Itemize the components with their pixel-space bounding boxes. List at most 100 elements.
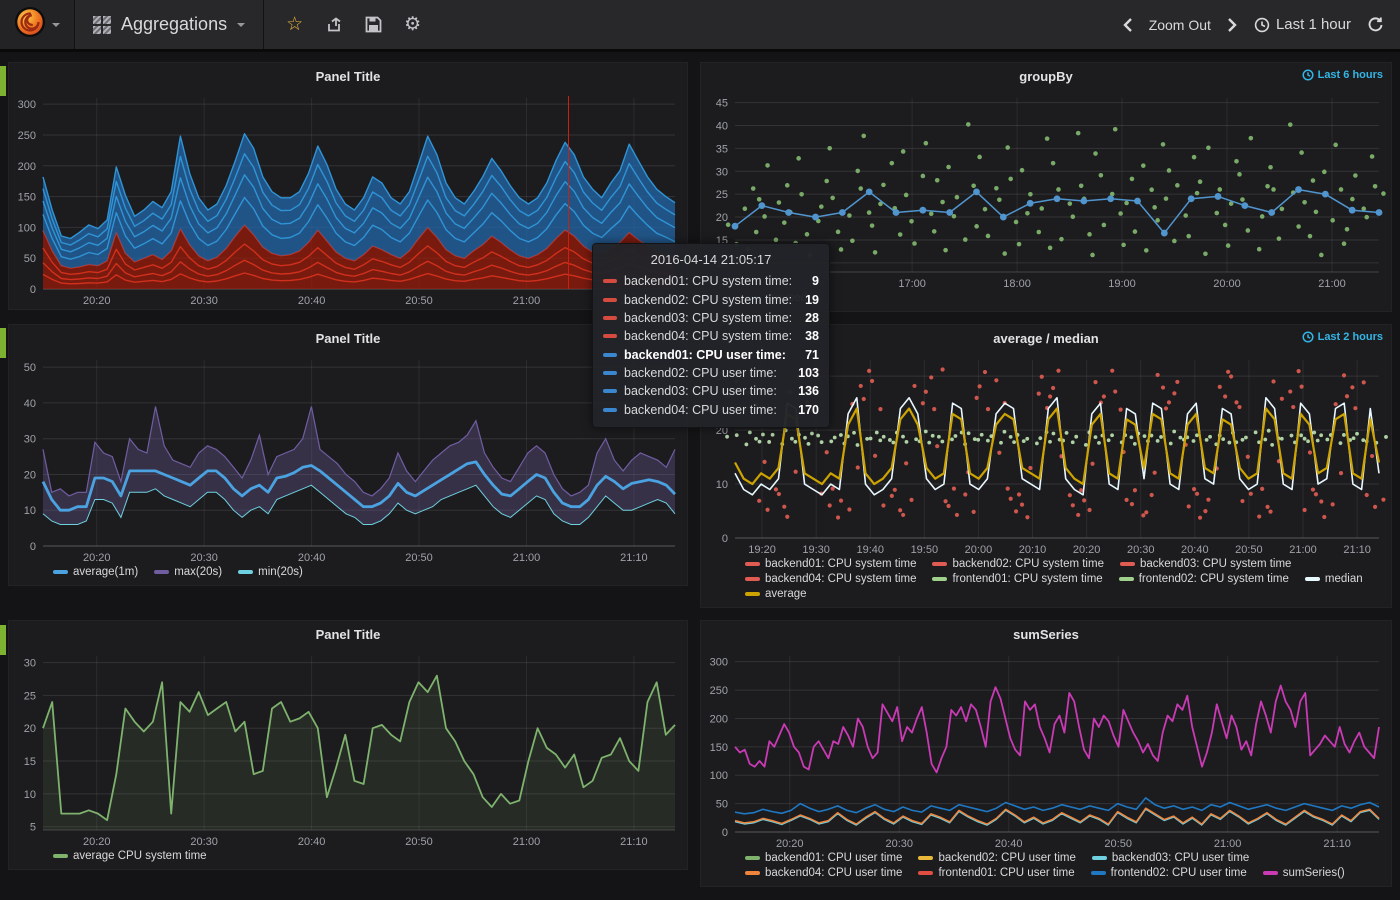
dashboard-picker[interactable]: Aggregations <box>75 0 264 49</box>
chart-canvas[interactable]: 5101520253020:2020:3020:4020:5021:0021:1… <box>9 648 687 850</box>
legend-series-dash-icon <box>154 570 169 574</box>
legend-item[interactable]: backend04: CPU user time <box>745 867 902 879</box>
legend-item[interactable]: min(20s) <box>238 566 303 578</box>
svg-text:200: 200 <box>710 713 728 725</box>
legend-series-dash-icon <box>53 570 68 574</box>
svg-text:40: 40 <box>716 120 728 132</box>
svg-text:20:50: 20:50 <box>405 836 433 848</box>
panel-title[interactable]: Panel Title <box>316 331 381 346</box>
legend-item[interactable]: sumSeries() <box>1263 867 1345 879</box>
share-icon <box>325 16 343 34</box>
legend-series-dash-icon <box>53 854 68 858</box>
dashboard-caret-icon <box>237 23 245 31</box>
row-toggle-strip[interactable] <box>0 66 6 96</box>
tooltip-series-dash-icon <box>603 408 617 412</box>
row-toggle-strip[interactable] <box>0 328 6 358</box>
share-button[interactable] <box>325 16 343 34</box>
dashboard-actions: ☆ ⚙ <box>264 15 443 34</box>
svg-text:200: 200 <box>18 161 36 173</box>
panel-title[interactable]: average / median <box>993 331 1099 346</box>
svg-text:19:30: 19:30 <box>802 544 830 556</box>
panel-average-cpu: Panel Title 5101520253020:2020:3020:4020… <box>8 620 688 870</box>
panel-title[interactable]: Panel Title <box>316 627 381 642</box>
svg-text:20:30: 20:30 <box>1127 544 1155 556</box>
tooltip-row: backend04: CPU user time:170 <box>603 401 819 419</box>
chart-canvas[interactable]: 05010015020025030020:2020:3020:4020:5021… <box>701 648 1391 852</box>
legend-item[interactable]: backend02: CPU system time <box>932 558 1103 570</box>
chart-canvas[interactable]: 05010015020025030020:2020:3020:4020:5021… <box>9 90 687 309</box>
legend-series-dash-icon <box>238 570 253 574</box>
legend-item[interactable]: frontend01: CPU system time <box>932 573 1102 585</box>
settings-button[interactable]: ⚙ <box>404 15 421 34</box>
legend-item[interactable]: median <box>1305 573 1363 585</box>
legend-series-dash-icon <box>932 577 947 581</box>
time-shift-back-button[interactable] <box>1122 17 1133 33</box>
legend-item[interactable]: backend01: CPU user time <box>745 852 902 864</box>
svg-text:150: 150 <box>18 192 36 204</box>
save-button[interactable] <box>365 16 382 33</box>
legend-item[interactable]: average CPU system time <box>53 850 207 862</box>
svg-text:10: 10 <box>24 505 36 517</box>
legend-item[interactable]: backend03: CPU user time <box>1092 852 1249 864</box>
time-controls: Zoom Out Last 1 hour <box>1122 16 1400 33</box>
grafana-logo-icon <box>14 6 46 43</box>
legend-series-dash-icon <box>932 562 947 566</box>
svg-text:21:00: 21:00 <box>1214 838 1242 850</box>
svg-text:19:50: 19:50 <box>911 544 939 556</box>
svg-text:20:20: 20:20 <box>83 836 111 848</box>
legend-series-dash-icon <box>745 562 760 566</box>
svg-text:20:00: 20:00 <box>1213 278 1241 290</box>
star-button[interactable]: ☆ <box>286 15 303 34</box>
legend-item[interactable]: frontend02: CPU system time <box>1119 573 1289 585</box>
legend-series-dash-icon <box>745 871 760 875</box>
legend-item[interactable]: frontend01: CPU user time <box>918 867 1074 879</box>
svg-text:20:50: 20:50 <box>1235 544 1263 556</box>
legend-item[interactable]: backend02: CPU user time <box>918 852 1075 864</box>
tooltip-series-dash-icon <box>603 371 617 375</box>
grafana-logo-menu[interactable] <box>0 0 75 49</box>
tooltip-series-dash-icon <box>603 316 617 320</box>
svg-text:35: 35 <box>716 143 728 155</box>
svg-text:10: 10 <box>716 479 728 491</box>
time-range-picker[interactable]: Last 1 hour <box>1254 16 1351 33</box>
chart-canvas[interactable]: 0102030405020:2020:3020:4020:5021:0021:1… <box>9 352 687 566</box>
legend-item[interactable]: average <box>745 588 807 600</box>
legend-item[interactable]: average(1m) <box>53 566 138 578</box>
legend-item[interactable]: backend01: CPU system time <box>745 558 916 570</box>
svg-text:20: 20 <box>24 723 36 735</box>
zoom-out-button[interactable]: Zoom Out <box>1149 17 1211 33</box>
svg-text:20:40: 20:40 <box>298 552 326 564</box>
svg-text:300: 300 <box>18 99 36 111</box>
tooltip-row: backend03: CPU system time:28 <box>603 309 819 327</box>
legend-item[interactable]: backend03: CPU system time <box>1120 558 1291 570</box>
svg-text:21:10: 21:10 <box>1343 544 1371 556</box>
row-toggle-strip[interactable] <box>0 625 6 655</box>
tooltip-row: backend02: CPU user time:103 <box>603 364 819 382</box>
tooltip-series-dash-icon <box>603 389 617 393</box>
legend-series-dash-icon <box>1263 871 1278 875</box>
svg-text:25: 25 <box>716 189 728 201</box>
time-shift-forward-button[interactable] <box>1227 17 1238 33</box>
panel-title[interactable]: Panel Title <box>316 69 381 84</box>
legend-series-dash-icon <box>918 856 933 860</box>
panel-title[interactable]: sumSeries <box>1013 627 1079 642</box>
svg-text:250: 250 <box>710 685 728 697</box>
legend: backend01: CPU system time backend02: CPU… <box>701 558 1391 607</box>
svg-text:20:00: 20:00 <box>965 544 993 556</box>
svg-text:20:20: 20:20 <box>1073 544 1101 556</box>
legend-item[interactable]: backend04: CPU system time <box>745 573 916 585</box>
legend-item[interactable]: frontend02: CPU user time <box>1091 867 1247 879</box>
svg-text:15: 15 <box>24 756 36 768</box>
svg-text:19:20: 19:20 <box>748 544 776 556</box>
gear-icon: ⚙ <box>404 15 421 34</box>
panel-avg-max-min: Panel Title 0102030405020:2020:3020:4020… <box>8 324 688 586</box>
refresh-button[interactable] <box>1367 16 1384 33</box>
svg-text:300: 300 <box>710 657 728 669</box>
svg-text:20:20: 20:20 <box>83 295 111 307</box>
svg-text:30: 30 <box>716 166 728 178</box>
panel-title[interactable]: groupBy <box>1019 69 1072 84</box>
svg-text:20:30: 20:30 <box>190 836 218 848</box>
svg-text:20: 20 <box>24 469 36 481</box>
legend-item[interactable]: max(20s) <box>154 566 222 578</box>
tooltip-series-dash-icon <box>603 353 617 357</box>
